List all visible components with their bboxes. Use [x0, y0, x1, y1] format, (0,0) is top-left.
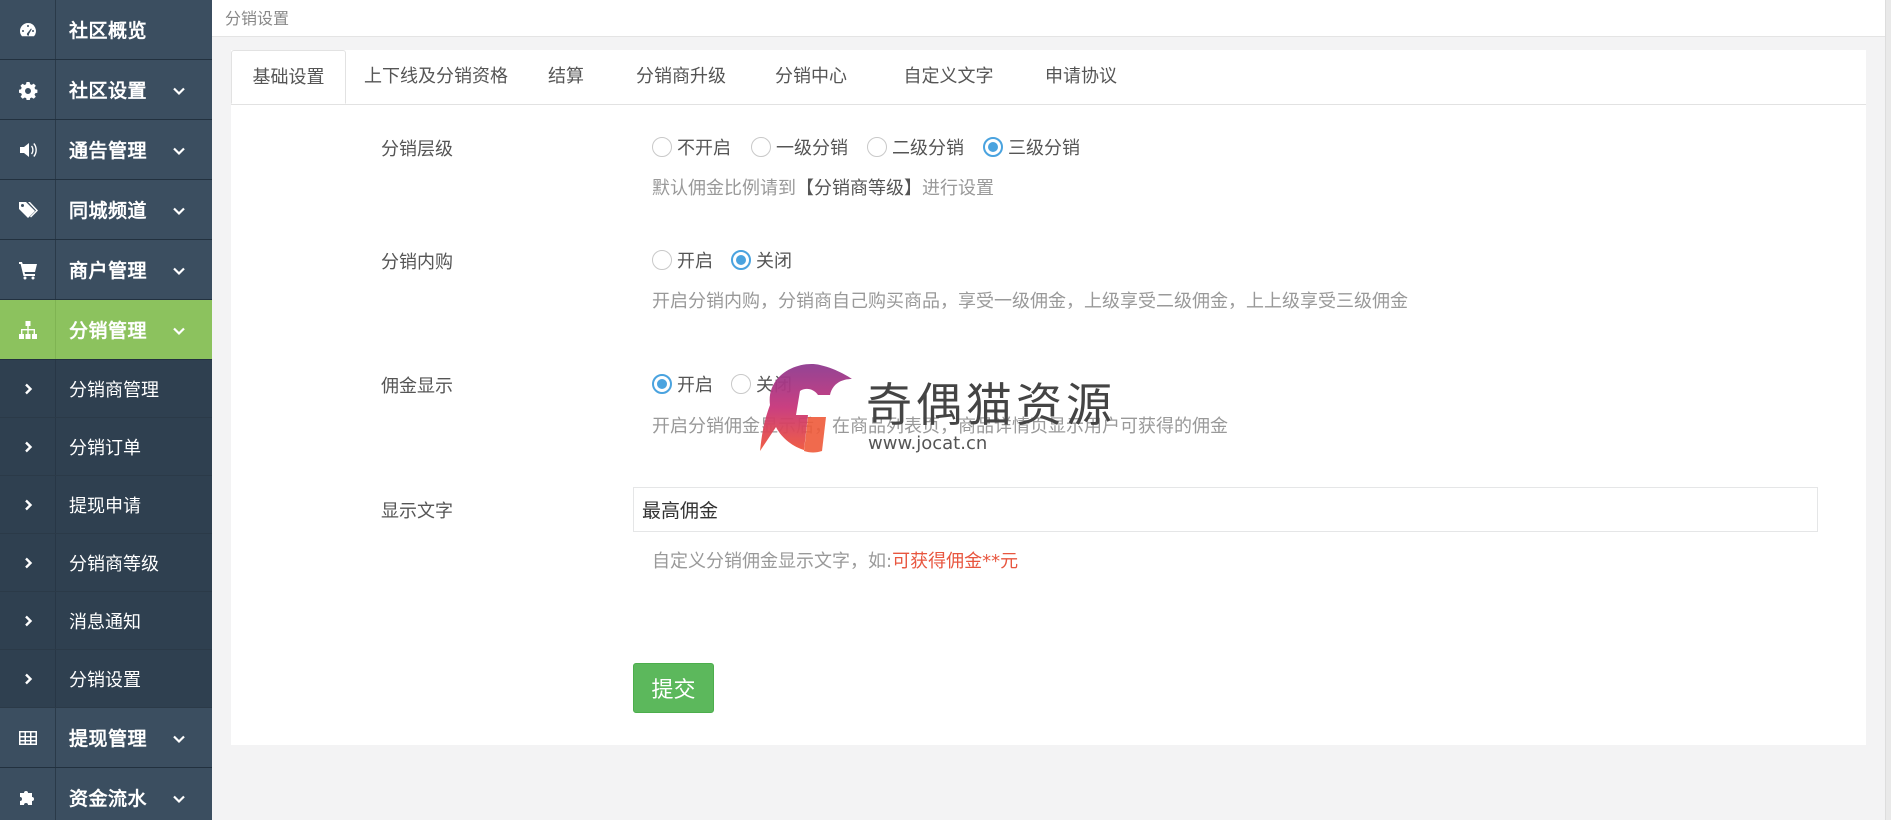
- sidebar-item-label: 社区概览: [69, 20, 148, 42]
- sidebar-subitem[interactable]: 分销设置: [0, 650, 212, 708]
- sidebar-subitem[interactable]: 分销商管理: [0, 360, 212, 418]
- watermark: 奇偶猫资源 www.jocat.cn: [748, 355, 1138, 465]
- tab-bar: 基础设置 上下线及分销资格 结算 分销商升级 分销中心 自定义文字 申请协议: [231, 50, 1866, 105]
- breadcrumb: 分销设置: [225, 9, 290, 28]
- sidebar-item-dashboard[interactable]: 社区概览: [0, 0, 212, 60]
- radio-icon: [652, 250, 672, 270]
- display-text-input[interactable]: [633, 487, 1818, 532]
- sidebar-item-label: 通告管理: [69, 140, 148, 162]
- chevron-right-icon: [0, 534, 56, 591]
- sidebar-item-speaker[interactable]: 通告管理: [0, 120, 212, 180]
- tab-custom-text[interactable]: 自定义文字: [886, 50, 1011, 104]
- dashboard-icon: [0, 0, 56, 59]
- radio-checked-icon: [731, 250, 751, 270]
- spartan-helmet-logo-icon: [760, 364, 852, 453]
- radio-icon: [652, 137, 672, 157]
- sidebar-item-label: 社区设置: [69, 80, 148, 102]
- puzzle-icon: [0, 768, 56, 820]
- sidebar-item-label: 分销管理: [69, 320, 148, 342]
- chevron-right-icon: [0, 592, 56, 649]
- sidebar-subitem-label: 分销商等级: [69, 553, 159, 575]
- self-buy-option-off[interactable]: 关闭: [731, 248, 792, 272]
- sidebar-subitem[interactable]: 提现申请: [0, 476, 212, 534]
- chevron-down-icon: [172, 323, 186, 337]
- commission-display-option-on[interactable]: 开启: [652, 372, 713, 396]
- table-icon: [0, 708, 56, 767]
- sidebar-item-label: 商户管理: [69, 260, 148, 282]
- chevron-right-icon: [0, 418, 56, 475]
- commission-display-label: 佣金显示: [381, 376, 453, 397]
- sidebar-subitem-label: 分销订单: [69, 437, 141, 459]
- level-option-1[interactable]: 一级分销: [751, 135, 848, 159]
- sidebar: 社区概览社区设置通告管理同城频道商户管理分销管理 分销商管理分销订单提现申请分销…: [0, 0, 212, 820]
- tab-upline-downline[interactable]: 上下线及分销资格: [346, 50, 526, 104]
- chevron-right-icon: [0, 360, 56, 417]
- gear-icon: [0, 60, 56, 119]
- sidebar-subitem-label: 提现申请: [69, 495, 141, 517]
- self-buy-label: 分销内购: [381, 252, 453, 273]
- sidebar-item-label: 同城频道: [69, 200, 148, 222]
- watermark-title: 奇偶猫资源: [866, 378, 1116, 432]
- tab-distributor-upgrade[interactable]: 分销商升级: [626, 50, 736, 104]
- chevron-down-icon: [172, 731, 186, 745]
- sidebar-item-label: 资金流水: [69, 788, 148, 810]
- radio-checked-icon: [983, 137, 1003, 157]
- chevron-down-icon: [172, 203, 186, 217]
- sidebar-item-cart[interactable]: 商户管理: [0, 240, 212, 300]
- sidebar-item-label: 提现管理: [69, 728, 148, 750]
- level-help: 默认佣金比例请到【分销商等级】进行设置: [652, 178, 994, 199]
- chevron-down-icon: [172, 83, 186, 97]
- scrollbar[interactable]: [1885, 0, 1891, 820]
- radio-checked-icon: [652, 374, 672, 394]
- sidebar-item-tags[interactable]: 同城频道: [0, 180, 212, 240]
- chevron-down-icon: [172, 263, 186, 277]
- cart-icon: [0, 240, 56, 299]
- chevron-down-icon: [172, 791, 186, 805]
- submit-button[interactable]: 提交: [633, 663, 714, 713]
- tab-settlement[interactable]: 结算: [531, 50, 601, 104]
- display-text-help: 自定义分销佣金显示文字，如:可获得佣金**元: [652, 551, 1019, 572]
- sidebar-subitem[interactable]: 消息通知: [0, 592, 212, 650]
- sidebar-subitem[interactable]: 分销订单: [0, 418, 212, 476]
- sidebar-subitem-label: 分销设置: [69, 669, 141, 691]
- sidebar-item-sitemap[interactable]: 分销管理: [0, 300, 212, 360]
- sitemap-icon: [0, 300, 56, 359]
- sidebar-item-puzzle[interactable]: 资金流水: [0, 768, 212, 820]
- sidebar-item-gear[interactable]: 社区设置: [0, 60, 212, 120]
- radio-icon: [751, 137, 771, 157]
- level-option-2[interactable]: 二级分销: [867, 135, 964, 159]
- self-buy-option-on[interactable]: 开启: [652, 248, 713, 272]
- level-option-3[interactable]: 三级分销: [983, 135, 1080, 159]
- sidebar-item-table[interactable]: 提现管理: [0, 708, 212, 768]
- tab-agreement[interactable]: 申请协议: [1026, 50, 1136, 104]
- tags-icon: [0, 180, 56, 239]
- tab-basic-settings[interactable]: 基础设置: [231, 50, 346, 104]
- self-buy-help: 开启分销内购，分销商自己购买商品，享受一级佣金，上级享受二级佣金，上上级享受三级…: [652, 291, 1408, 312]
- speaker-icon: [0, 120, 56, 179]
- level-option-off[interactable]: 不开启: [652, 135, 731, 159]
- chevron-down-icon: [172, 143, 186, 157]
- sidebar-subitem-label: 消息通知: [69, 611, 141, 633]
- breadcrumb-bar: 分销设置: [212, 0, 1891, 37]
- radio-icon: [867, 137, 887, 157]
- tab-distribution-center[interactable]: 分销中心: [761, 50, 861, 104]
- sidebar-subitem-label: 分销商管理: [69, 379, 159, 401]
- chevron-right-icon: [0, 476, 56, 533]
- chevron-right-icon: [0, 650, 56, 707]
- display-text-label: 显示文字: [381, 501, 453, 522]
- level-label: 分销层级: [381, 139, 453, 160]
- watermark-url: www.jocat.cn: [868, 433, 988, 454]
- sidebar-subitem[interactable]: 分销商等级: [0, 534, 212, 592]
